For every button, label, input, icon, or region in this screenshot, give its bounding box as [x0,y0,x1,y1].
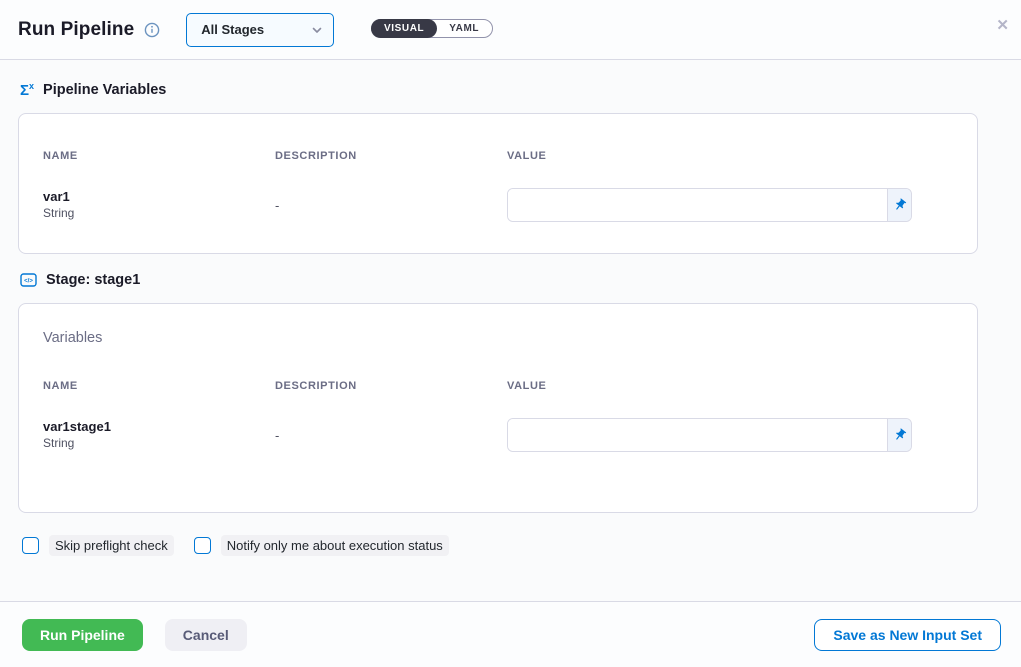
variable-type: String [43,435,275,452]
chevron-down-icon [311,24,323,36]
page-title: Run Pipeline [18,19,134,41]
run-pipeline-button[interactable]: Run Pipeline [22,619,143,651]
skip-preflight-option[interactable]: Skip preflight check [22,535,174,556]
skip-preflight-checkbox[interactable] [22,537,39,554]
variable-value-input[interactable] [508,189,887,221]
modal-header: Run Pipeline All Stages VISUAL YAML ✕ [0,0,1021,60]
variable-type: String [43,205,275,222]
pipeline-variables-title: Pipeline Variables [43,82,166,98]
execution-options: Skip preflight check Notify only me abou… [22,535,1021,556]
variable-value-group [507,418,912,452]
notify-me-label: Notify only me about execution status [221,535,449,556]
pipeline-variables-table: NAME DESCRIPTION VALUE var1 String - [43,150,953,222]
variable-name: var1stage1 [43,418,275,435]
table-row: var1stage1 String - [43,418,953,452]
variable-description: - [275,198,507,213]
info-icon[interactable] [144,22,160,38]
notify-me-option[interactable]: Notify only me about execution status [194,535,449,556]
table-row: var1 String - [43,188,953,222]
skip-preflight-label: Skip preflight check [49,535,174,556]
stage-section-header: </> Stage: stage1 [18,272,1021,288]
pin-icon[interactable] [887,189,911,221]
column-header-description: DESCRIPTION [275,380,507,392]
toggle-yaml[interactable]: YAML [436,20,492,37]
pin-icon[interactable] [887,419,911,451]
sigma-variables-icon: Σx [20,82,34,98]
variable-value-group [507,188,912,222]
variable-name: var1 [43,188,275,205]
stage-select-dropdown[interactable]: All Stages [186,13,334,47]
pipeline-variables-section-header: Σx Pipeline Variables [18,82,1021,98]
save-as-new-input-set-button[interactable]: Save as New Input Set [814,619,1001,651]
visual-yaml-toggle: VISUAL YAML [371,19,493,38]
variable-name-cell: var1stage1 String [43,418,275,452]
cancel-button[interactable]: Cancel [165,619,247,651]
modal-footer: Run Pipeline Cancel Save as New Input Se… [0,601,1021,667]
table-header-row: NAME DESCRIPTION VALUE [43,380,953,392]
stage-icon: </> [20,272,37,288]
pipeline-variables-card: NAME DESCRIPTION VALUE var1 String - [18,113,978,254]
close-icon[interactable]: ✕ [996,16,1009,34]
svg-text:</>: </> [24,279,33,285]
variable-name-cell: var1 String [43,188,275,222]
stage-select-value: All Stages [201,22,264,37]
column-header-name: NAME [43,150,275,162]
modal-body: Σx Pipeline Variables NAME DESCRIPTION V… [0,60,1021,556]
notify-me-checkbox[interactable] [194,537,211,554]
stage-card-title: Variables [43,330,953,346]
variable-description: - [275,428,507,443]
stage-variables-table: NAME DESCRIPTION VALUE var1stage1 String… [43,380,953,452]
column-header-value: VALUE [507,380,953,392]
stage-variables-card: Variables NAME DESCRIPTION VALUE var1sta… [18,303,978,513]
table-header-row: NAME DESCRIPTION VALUE [43,150,953,162]
column-header-name: NAME [43,380,275,392]
column-header-value: VALUE [507,150,953,162]
column-header-description: DESCRIPTION [275,150,507,162]
stage-section-title: Stage: stage1 [46,272,140,288]
variable-value-input[interactable] [508,419,887,451]
toggle-visual[interactable]: VISUAL [371,19,437,38]
